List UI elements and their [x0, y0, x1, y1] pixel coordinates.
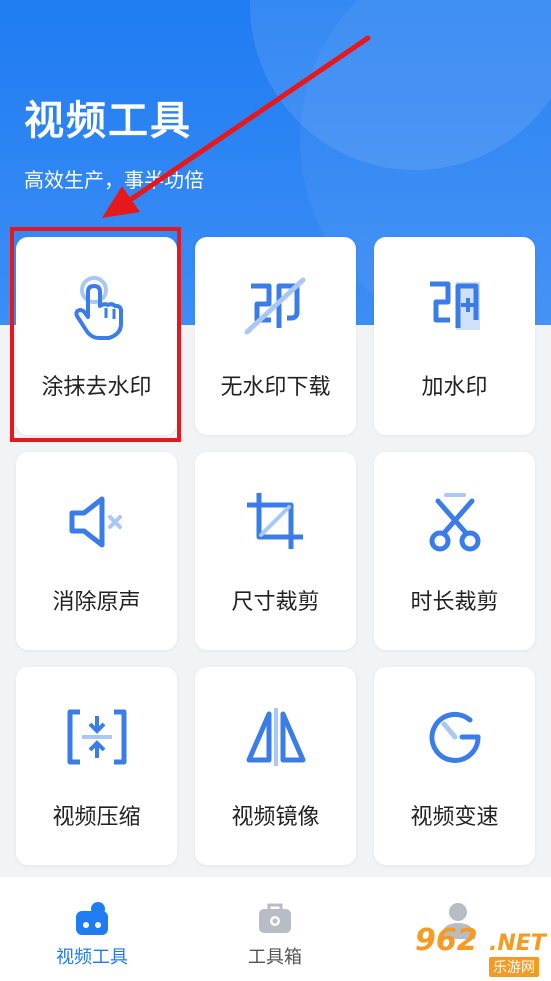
tool-label: 消除原声 [52, 590, 141, 615]
page-title: 视频工具 [24, 98, 192, 144]
mirror-icon [246, 708, 305, 766]
tool-card-video-compress[interactable]: 视频压缩 [16, 667, 177, 865]
tool-label: 视频压缩 [52, 805, 141, 830]
tool-card-duration-trim[interactable]: 时长裁剪 [374, 452, 535, 650]
tab-label: 工具箱 [248, 947, 302, 968]
site-watermark: 962 .NET 乐游网 [415, 923, 551, 981]
no-watermark-icon [244, 277, 305, 335]
tab-label: 视频工具 [56, 947, 128, 968]
tool-card-watermark-free-download[interactable]: 无水印下载 [195, 237, 356, 435]
watermark-number: 962 [415, 923, 478, 958]
watermark-site: 乐游网 [489, 957, 539, 977]
tab-toolbox[interactable]: 工具箱 [215, 877, 335, 981]
mute-icon [69, 496, 122, 548]
crop-icon [246, 493, 303, 549]
scissors-icon [429, 493, 480, 552]
tool-label: 时长裁剪 [410, 590, 499, 615]
tool-label: 视频镜像 [231, 805, 320, 830]
tool-label: 无水印下载 [220, 375, 331, 400]
tool-card-add-watermark[interactable]: 加水印 [374, 237, 535, 435]
highlight-box [10, 227, 181, 442]
watermark-domain: .NET [489, 931, 546, 956]
tool-card-remove-audio[interactable]: 消除原声 [16, 452, 177, 650]
video-tools-icon [76, 902, 108, 935]
page-subtitle: 高效生产，事半功倍 [24, 168, 204, 192]
toolbox-icon [259, 903, 291, 933]
tab-video-tools[interactable]: 视频工具 [32, 877, 152, 981]
tool-card-video-mirror[interactable]: 视频镜像 [195, 667, 356, 865]
tool-label: 尺寸裁剪 [231, 590, 320, 615]
tool-card-size-crop[interactable]: 尺寸裁剪 [195, 452, 356, 650]
tool-label: 加水印 [421, 375, 488, 400]
tool-card-video-speed[interactable]: 视频变速 [374, 667, 535, 865]
compress-icon [67, 709, 126, 765]
add-watermark-icon [429, 281, 480, 330]
tool-label: 视频变速 [410, 805, 499, 830]
speed-gauge-icon [429, 711, 481, 763]
